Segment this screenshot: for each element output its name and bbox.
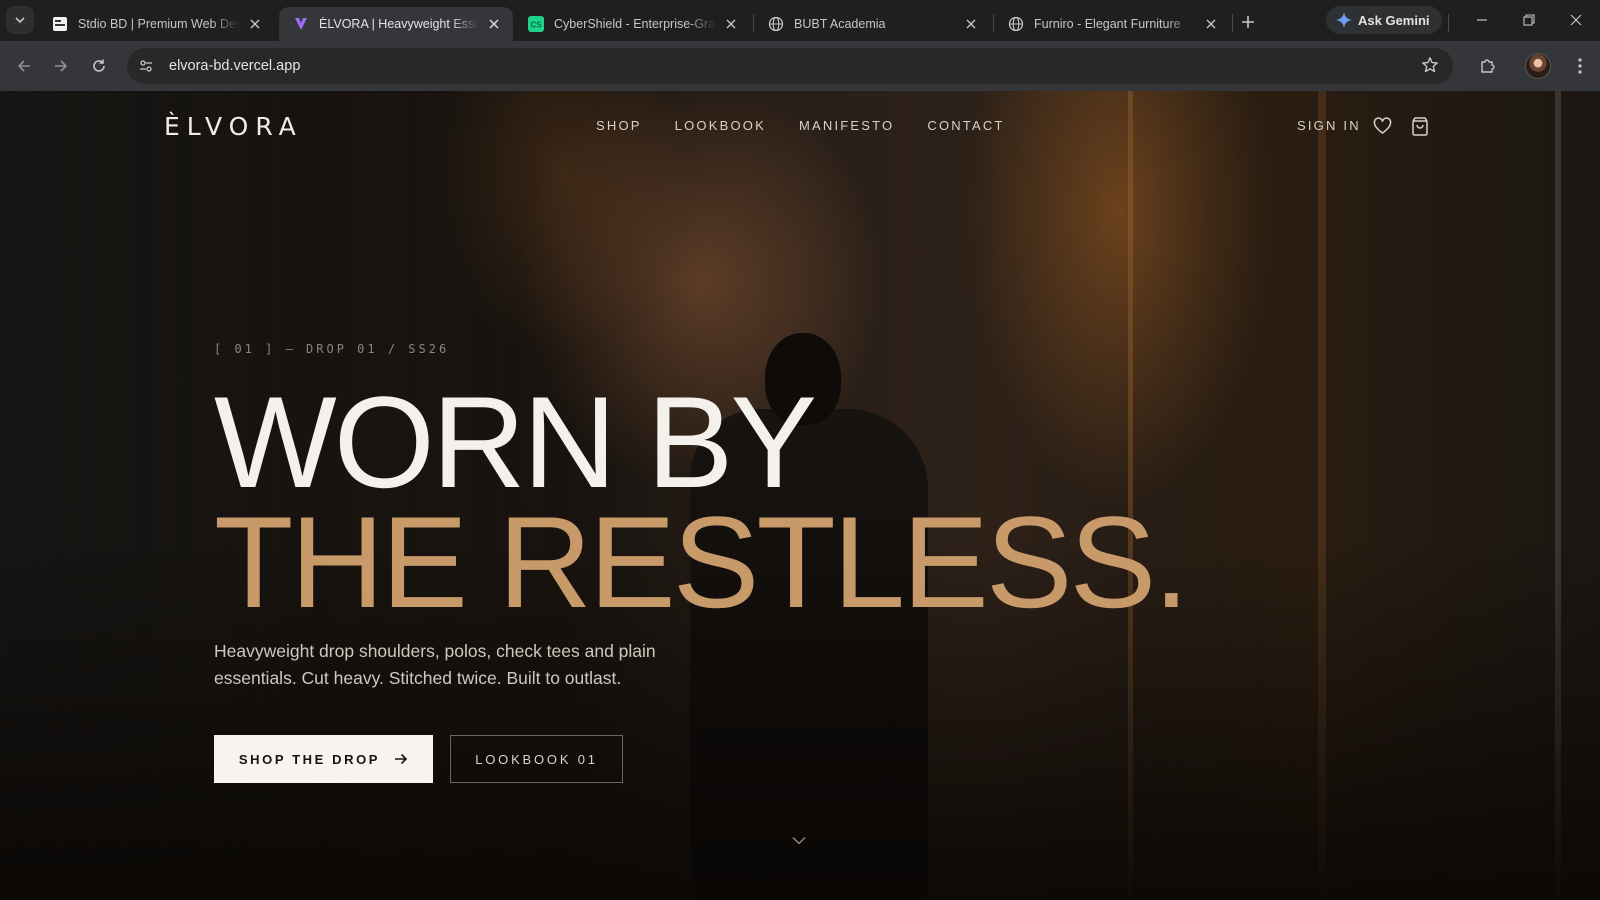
tab-title: CyberShield - Enterprise-Grad bbox=[554, 17, 716, 31]
page-viewport: ÈLVORA SHOP LOOKBOOK MANIFESTO CONTACT S… bbox=[0, 91, 1600, 900]
plus-icon bbox=[1242, 16, 1254, 28]
svg-text:CS: CS bbox=[530, 21, 542, 30]
hero-headline-line1: WORN BY bbox=[214, 369, 817, 515]
chevron-down-icon bbox=[792, 836, 806, 845]
close-icon bbox=[1570, 14, 1582, 26]
site-logo[interactable]: ÈLVORA bbox=[164, 112, 303, 141]
tab-title: Furniro - Elegant Furniture bbox=[1034, 17, 1181, 31]
forward-button[interactable] bbox=[48, 53, 74, 79]
tab-title: Stdio BD | Premium Web Desi bbox=[78, 17, 240, 31]
globe-icon bbox=[1008, 16, 1024, 32]
tab-furniro[interactable]: Furniro - Elegant Furniture bbox=[994, 7, 1230, 41]
puzzle-icon bbox=[1481, 59, 1495, 73]
back-button[interactable] bbox=[11, 53, 37, 79]
tab-search-button[interactable] bbox=[6, 6, 34, 34]
shopping-bag-icon bbox=[1412, 116, 1428, 136]
nav-link-shop[interactable]: SHOP bbox=[596, 118, 642, 133]
heart-icon bbox=[1373, 117, 1391, 134]
shop-the-drop-button[interactable]: SHOP THE DROP bbox=[214, 735, 433, 783]
close-icon[interactable] bbox=[962, 15, 980, 33]
tab-cybershield[interactable]: CS CyberShield - Enterprise-Grad bbox=[514, 7, 750, 41]
address-bar[interactable]: elvora-bd.vercel.app bbox=[127, 48, 1453, 84]
minimize-button[interactable] bbox=[1467, 8, 1497, 32]
close-icon[interactable] bbox=[1202, 15, 1220, 33]
hero-lead-text: Heavyweight drop shoulders, polos, check… bbox=[214, 641, 656, 688]
site-nav: SHOP LOOKBOOK MANIFESTO CONTACT bbox=[596, 118, 1038, 133]
lookbook-label: LOOKBOOK 01 bbox=[475, 751, 598, 767]
chevron-down-icon bbox=[15, 17, 25, 24]
extensions-button[interactable] bbox=[1475, 53, 1501, 79]
hero-headline-line2: THE RESTLESS. bbox=[214, 489, 1189, 635]
browser-toolbar: elvora-bd.vercel.app bbox=[0, 41, 1600, 91]
tab-elvora[interactable]: ÈLVORA | Heavyweight Essent bbox=[279, 7, 513, 41]
gemini-sparkle-icon bbox=[1336, 12, 1352, 28]
arrow-right-icon bbox=[55, 60, 68, 72]
restore-button[interactable] bbox=[1514, 8, 1544, 32]
arrow-right-icon bbox=[395, 753, 408, 765]
ask-gemini-button[interactable]: Ask Gemini bbox=[1326, 6, 1442, 34]
stdio-favicon bbox=[52, 16, 68, 32]
arrow-left-icon bbox=[17, 60, 30, 72]
close-icon[interactable] bbox=[722, 15, 740, 33]
minimize-icon bbox=[1477, 19, 1487, 21]
reload-icon bbox=[93, 59, 105, 72]
kebab-menu-icon bbox=[1578, 58, 1582, 74]
tab-stdio[interactable]: Stdio BD | Premium Web Desi bbox=[38, 7, 274, 41]
browser-tab-strip: Stdio BD | Premium Web Desi ÈLVORA | Hea… bbox=[0, 0, 1600, 41]
hero-eyebrow: [ 01 ] — DROP 01 / SS26 bbox=[214, 342, 450, 356]
reload-button[interactable] bbox=[86, 53, 112, 79]
profile-avatar[interactable] bbox=[1525, 53, 1551, 79]
ask-gemini-label: Ask Gemini bbox=[1358, 12, 1430, 28]
close-icon[interactable] bbox=[246, 15, 264, 33]
browser-menu-button[interactable] bbox=[1567, 53, 1593, 79]
shop-the-drop-label: SHOP THE DROP bbox=[238, 751, 381, 767]
tab-separator bbox=[1232, 14, 1233, 32]
wishlist-button[interactable] bbox=[1371, 115, 1393, 137]
cybershield-favicon: CS bbox=[528, 16, 544, 32]
site-info-icon[interactable] bbox=[133, 53, 159, 79]
nav-link-contact[interactable]: CONTACT bbox=[927, 118, 1004, 133]
nav-link-lookbook[interactable]: LOOKBOOK bbox=[675, 118, 766, 133]
url-text[interactable]: elvora-bd.vercel.app bbox=[169, 58, 300, 74]
tab-separator bbox=[1448, 14, 1449, 32]
globe-icon bbox=[768, 16, 784, 32]
restore-icon bbox=[1523, 14, 1535, 26]
window-close-button[interactable] bbox=[1561, 8, 1591, 32]
close-icon[interactable] bbox=[485, 15, 503, 33]
tab-title: ÈLVORA | Heavyweight Essent bbox=[319, 17, 479, 31]
elvora-favicon bbox=[293, 16, 309, 32]
scroll-down-indicator[interactable] bbox=[790, 833, 808, 847]
tab-bubt[interactable]: BUBT Academia bbox=[754, 7, 990, 41]
cart-button[interactable] bbox=[1409, 115, 1431, 137]
lookbook-button[interactable]: LOOKBOOK 01 bbox=[450, 735, 623, 783]
bookmark-star-icon[interactable] bbox=[1421, 56, 1439, 79]
tab-title: BUBT Academia bbox=[794, 17, 886, 31]
new-tab-button[interactable] bbox=[1236, 10, 1260, 34]
sign-in-link[interactable]: SIGN IN bbox=[1297, 118, 1361, 133]
nav-link-manifesto[interactable]: MANIFESTO bbox=[799, 118, 894, 133]
